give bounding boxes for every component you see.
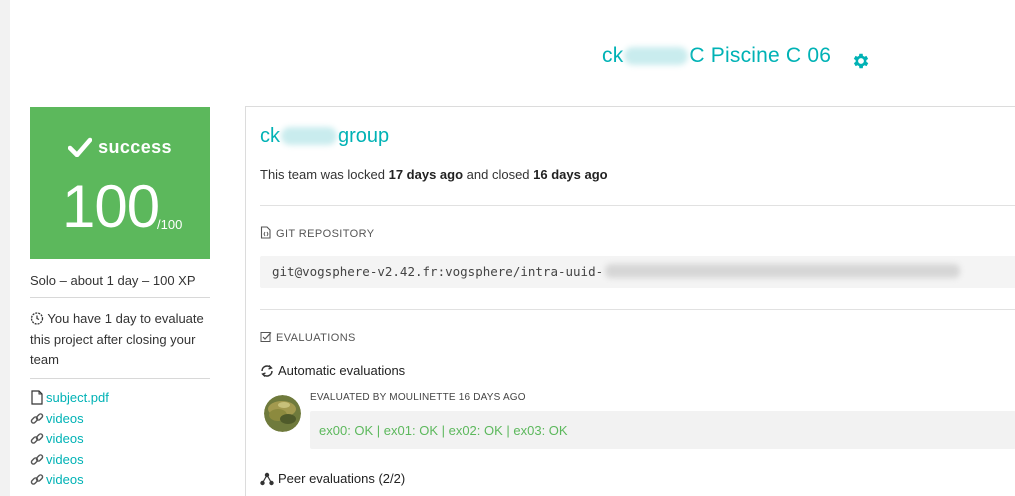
locked-ago: 17 days ago <box>388 167 464 182</box>
score-max: /100 <box>157 217 183 232</box>
file-icon <box>31 390 43 405</box>
automatic-evaluations-title: Automatic evaluations <box>260 363 405 378</box>
score-value: 100 <box>62 173 160 240</box>
attachment-label[interactable]: subject.pdf <box>46 390 109 405</box>
attachment-label[interactable]: videos <box>46 411 84 426</box>
git-section-title: GIT REPOSITORY <box>260 226 375 240</box>
team-name[interactable]: ck group <box>260 125 389 148</box>
score-status-label: success <box>98 137 172 157</box>
team-lock-info: This team was locked 17 days ago and clo… <box>260 167 608 182</box>
page-title-prefix: ck <box>602 44 624 67</box>
redacted-uuid <box>605 264 961 278</box>
automatic-evaluations-label: Automatic evaluations <box>278 363 406 378</box>
attachment-label[interactable]: videos <box>46 431 84 446</box>
git-url[interactable]: git@vogsphere-v2.42.fr:vogsphere/intra-u… <box>272 264 961 279</box>
closed-ago: 16 days ago <box>533 167 608 182</box>
divider <box>30 297 210 298</box>
gear-icon[interactable] <box>851 51 871 71</box>
attachment-label[interactable]: videos <box>46 452 84 467</box>
git-url-text[interactable]: git@vogsphere-v2.42.fr:vogsphere/intra-u… <box>272 264 603 279</box>
attachment-label[interactable]: videos <box>46 472 84 487</box>
git-repository-box[interactable]: git@vogsphere-v2.42.fr:vogsphere/intra-u… <box>260 256 1015 288</box>
checkbox-icon <box>260 332 272 342</box>
git-section-label: GIT REPOSITORY <box>276 228 375 240</box>
timer-icon <box>30 312 44 325</box>
score-box: success 100 /100 <box>30 107 210 259</box>
peer-evaluations-title: Peer evaluations (2/2) <box>260 471 405 486</box>
attachment-video-link[interactable]: videos <box>30 472 109 493</box>
network-icon <box>260 472 274 486</box>
attachment-video-link[interactable]: videos <box>30 452 109 473</box>
redacted-login <box>281 127 337 145</box>
evaluation-result-text: ex00: OK | ex01: OK | ex02: OK | ex03: O… <box>319 423 568 438</box>
page-title-suffix: C Piscine C 06 <box>689 44 832 67</box>
attachment-video-link[interactable]: videos <box>30 431 109 452</box>
refresh-icon <box>261 365 273 377</box>
attachment-video-link[interactable]: videos <box>30 411 109 432</box>
lock-text: This team was locked <box>260 167 389 182</box>
page-title: ck C Piscine C 06 <box>602 44 831 68</box>
evaluations-section-label: EVALUATIONS <box>276 332 356 344</box>
evaluation-window-text: You have 1 day to evaluate this project … <box>30 311 204 367</box>
moulinette-avatar[interactable] <box>264 395 301 432</box>
git-file-icon <box>260 226 271 239</box>
attachment-subject-pdf[interactable]: subject.pdf <box>30 390 109 411</box>
divider <box>260 309 1015 310</box>
peer-evaluations-label: Peer evaluations (2/2) <box>278 471 406 486</box>
team-panel: ck group This team was locked 17 days ago… <box>245 106 1015 496</box>
link-icon <box>30 412 44 424</box>
check-icon <box>67 137 93 158</box>
automatic-evaluation-result: ex00: OK | ex01: OK | ex02: OK | ex03: O… <box>310 411 1015 449</box>
link-icon <box>30 453 44 465</box>
link-icon <box>30 433 44 444</box>
link-icon <box>30 474 44 485</box>
attachments-list: subject.pdf videos videos videos videos <box>30 390 109 493</box>
lock-text: and closed <box>463 167 534 182</box>
team-name-prefix[interactable]: ck <box>260 125 280 147</box>
team-name-suffix[interactable]: group <box>338 125 389 147</box>
evaluator-line: EVALUATED BY MOULINETTE 16 DAYS AGO <box>310 392 526 403</box>
evaluations-section-title: EVALUATIONS <box>260 331 356 344</box>
divider <box>30 378 210 379</box>
redacted-login <box>624 47 689 65</box>
evaluation-window-notice: You have 1 day to evaluate this project … <box>30 309 210 371</box>
project-meta: Solo – about 1 day – 100 XP <box>30 273 196 288</box>
score-status: success <box>30 137 210 158</box>
divider <box>260 205 1015 206</box>
